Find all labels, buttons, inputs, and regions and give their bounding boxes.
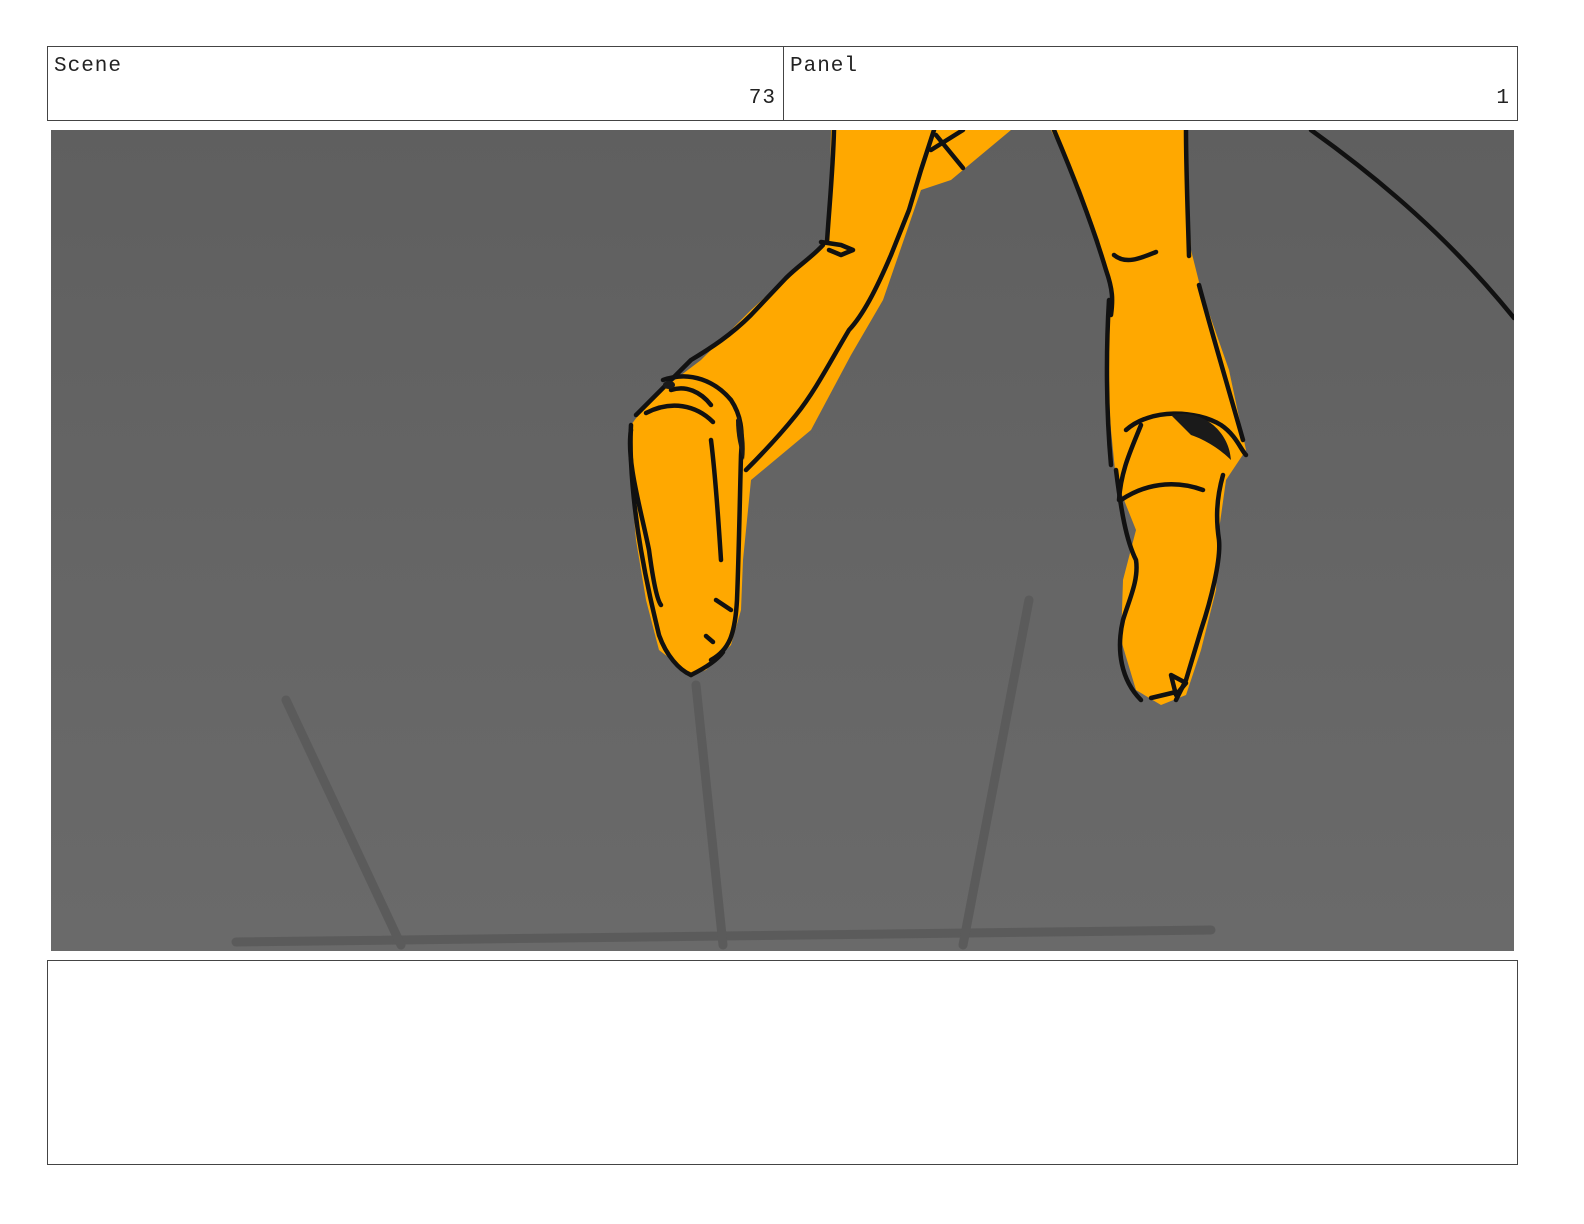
scene-cell: Scene 73: [48, 47, 784, 120]
storyboard-frame: [51, 130, 1514, 951]
panel-number: 1: [1496, 87, 1510, 110]
left-leg-shape: [629, 130, 1011, 675]
sketch-drawing: [231, 130, 1514, 950]
notes-box: [47, 960, 1518, 1165]
scene-number: 73: [748, 87, 776, 110]
scene-label: Scene: [54, 55, 123, 78]
panel-label: Panel: [790, 55, 859, 78]
storyboard-header: Scene 73 Panel 1: [47, 46, 1518, 121]
panel-cell: Panel 1: [784, 47, 1517, 120]
